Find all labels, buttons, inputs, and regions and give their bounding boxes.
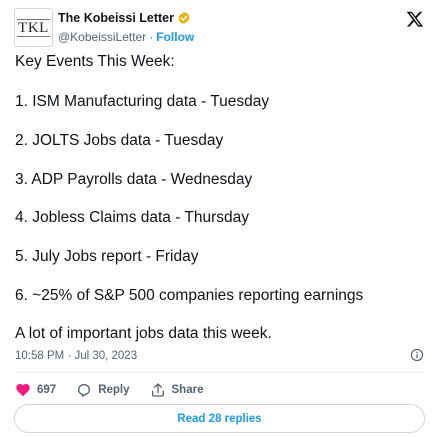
author-handle-row: @KobeissiLetter · Follow bbox=[58, 30, 194, 44]
tweet-header: TKL The Kobeissi Letter @KobeissiLetter … bbox=[14, 8, 426, 48]
info-icon[interactable] bbox=[410, 348, 424, 362]
tweet-timestamp[interactable]: 10:58 PM · Jul 30, 2023 bbox=[15, 350, 137, 362]
tweet-line-heading: Key Events This Week: bbox=[15, 53, 175, 70]
tweet-line-1: 1. ISM Manufacturing data - Tuesday bbox=[15, 93, 270, 110]
author-handle[interactable]: @KobeissiLetter bbox=[58, 30, 146, 44]
share-button[interactable]: Share bbox=[150, 382, 204, 398]
follow-button[interactable]: Follow bbox=[156, 30, 194, 44]
verified-badge-icon bbox=[178, 11, 190, 25]
handle-separator: · bbox=[149, 30, 154, 44]
tweet-card: TKL The Kobeissi Letter @KobeissiLetter … bbox=[0, 0, 438, 437]
reply-bubble-icon bbox=[78, 384, 91, 397]
tweet-line-closing: A lot of important jobs data this week. bbox=[15, 325, 272, 342]
tweet-line-4: 4. Jobless Claims data - Thursday bbox=[15, 209, 250, 226]
avatar[interactable]: TKL bbox=[14, 8, 53, 47]
reply-button[interactable]: Reply bbox=[76, 382, 130, 398]
share-label: Share bbox=[171, 384, 204, 396]
tweet-line-3: 3. ADP Payrolls data - Wednesday bbox=[15, 171, 253, 188]
divider bbox=[14, 372, 424, 373]
tweet-line-2: 2. JOLTS Jobs data - Tuesday bbox=[15, 132, 224, 149]
heart-icon bbox=[16, 384, 30, 397]
x-logo-icon[interactable] bbox=[406, 10, 424, 28]
like-button[interactable]: 697 bbox=[15, 382, 56, 398]
tweet-line-6: 6. ~25% of S&P 500 companies reporting e… bbox=[15, 287, 364, 304]
read-replies-button[interactable]: Read 28 replies bbox=[14, 404, 425, 433]
tweet-actions: 697 Reply Share bbox=[15, 380, 223, 400]
avatar-logo-text: TKL bbox=[17, 18, 50, 37]
reply-label: Reply bbox=[98, 384, 130, 396]
author-name[interactable]: The Kobeissi Letter bbox=[58, 11, 174, 25]
tweet-line-5: 5. July Jobs report - Friday bbox=[15, 248, 199, 265]
like-count: 697 bbox=[37, 384, 57, 396]
author-name-row: The Kobeissi Letter bbox=[58, 11, 191, 25]
share-upload-icon bbox=[151, 383, 164, 397]
